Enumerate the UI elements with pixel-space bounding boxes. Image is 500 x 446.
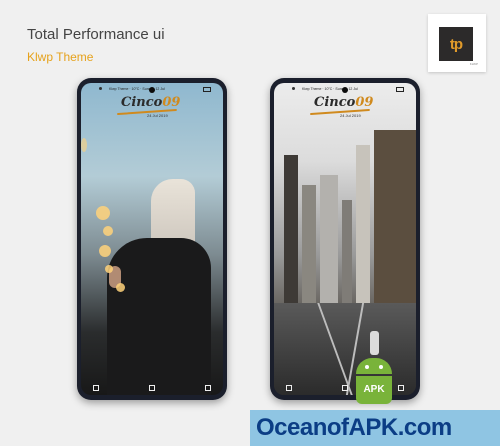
bokeh-light xyxy=(81,138,87,152)
logo-caption: KLWP xyxy=(469,62,478,66)
status-text: Klwp Theme · 10°C · Sunny · 12 Jul xyxy=(109,87,165,91)
apk-badge: APK xyxy=(363,384,385,395)
front-camera-icon xyxy=(342,87,348,93)
nav-home-icon[interactable] xyxy=(342,385,348,391)
bokeh-light xyxy=(116,283,125,292)
logo-glyph: tp xyxy=(449,35,463,53)
android-eye xyxy=(365,365,369,369)
date-label: 24 Jul 2019 xyxy=(340,113,361,118)
building xyxy=(374,130,416,305)
brand-wordmark: Cinco09 xyxy=(314,95,373,110)
android-eye xyxy=(379,365,383,369)
wallpaper-screen: Klwp Theme · 10°C · Sunny · 12 Jul Cinco… xyxy=(274,83,416,395)
phone-mockup-left: Klwp Theme · 10°C · Sunny · 12 Jul Cinco… xyxy=(77,78,227,400)
nav-bar xyxy=(93,385,211,391)
nav-recent-icon[interactable] xyxy=(93,385,99,391)
building xyxy=(320,175,338,305)
bokeh-light xyxy=(96,206,110,220)
status-text: Klwp Theme · 10°C · Sunny · 12 Jul xyxy=(302,87,358,91)
logo-icon: tp xyxy=(439,27,473,61)
watermark-text: OceanofAPK.com xyxy=(256,414,452,441)
brand-accent: 09 xyxy=(162,95,181,110)
nav-recent-icon[interactable] xyxy=(286,385,292,391)
bokeh-light xyxy=(99,245,111,257)
android-head xyxy=(356,358,392,374)
nav-home-icon[interactable] xyxy=(149,385,155,391)
android-robot-icon: APK xyxy=(352,358,396,406)
front-camera-icon xyxy=(149,87,155,93)
bokeh-light xyxy=(105,265,113,273)
app-logo: tp KLWP xyxy=(428,14,486,72)
notification-dot-icon xyxy=(292,87,295,90)
nav-back-icon[interactable] xyxy=(398,385,404,391)
building xyxy=(342,200,352,305)
battery-icon xyxy=(396,87,404,92)
building xyxy=(302,185,316,305)
pedestrian xyxy=(370,331,379,355)
notification-dot-icon xyxy=(99,87,102,90)
battery-icon xyxy=(203,87,211,92)
building xyxy=(356,145,370,305)
phone-mockup-right: Klwp Theme · 10°C · Sunny · 12 Jul Cinco… xyxy=(270,78,420,400)
nav-back-icon[interactable] xyxy=(205,385,211,391)
brand-wordmark: Cinco09 xyxy=(121,95,180,110)
header-title: Total Performance ui xyxy=(27,26,165,43)
brand-main: Cinco xyxy=(314,95,356,110)
building xyxy=(284,155,298,305)
woman-silhouette xyxy=(107,238,211,395)
brand-accent: 09 xyxy=(355,95,374,110)
header-subtitle: Klwp Theme xyxy=(27,50,94,64)
brand-main: Cinco xyxy=(121,95,163,110)
bokeh-light xyxy=(103,226,113,236)
wallpaper-screen: Klwp Theme · 10°C · Sunny · 12 Jul Cinco… xyxy=(81,83,223,395)
date-label: 24 Jul 2019 xyxy=(147,113,168,118)
